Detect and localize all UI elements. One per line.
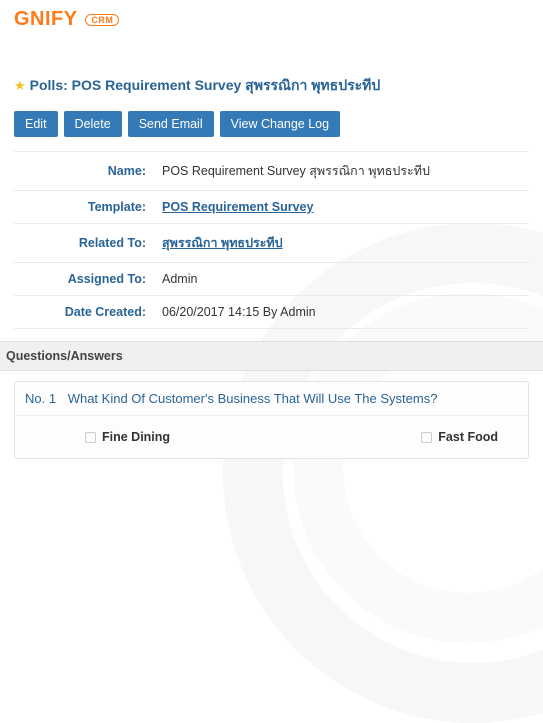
label-template: Template: — [14, 191, 154, 224]
table-row: Related To: สุพรรณิกา พุทธประทีป — [14, 224, 529, 263]
value-date-created: 06/20/2017 14:15 By Admin — [154, 296, 529, 329]
send-email-button[interactable]: Send Email — [128, 111, 214, 137]
related-to-link[interactable]: สุพรรณิกา พุทธประทีป — [162, 236, 283, 250]
answer-label: Fine Dining — [102, 430, 170, 444]
template-link[interactable]: POS Requirement Survey — [162, 200, 313, 214]
detail-table: Name: POS Requirement Survey สุพรรณิกา พ… — [14, 151, 529, 329]
view-change-log-button[interactable]: View Change Log — [220, 111, 340, 137]
question-text: What Kind Of Customer's Business That Wi… — [68, 391, 438, 406]
label-related-to: Related To: — [14, 224, 154, 263]
value-name: POS Requirement Survey สุพรรณิกา พุทธประ… — [154, 152, 529, 191]
label-assigned-to: Assigned To: — [14, 263, 154, 296]
table-row: Name: POS Requirement Survey สุพรรณิกา พ… — [14, 152, 529, 191]
table-row: Date Created: 06/20/2017 14:15 By Admin — [14, 296, 529, 329]
star-icon: ★ — [14, 78, 26, 94]
logo-badge: CRM — [85, 14, 119, 26]
checkbox-icon — [85, 432, 96, 443]
question-header: No. 1 What Kind Of Customer's Business T… — [15, 382, 528, 416]
questions-answers-header: Questions/Answers — [0, 341, 543, 371]
page-title: Polls: POS Requirement Survey สุพรรณิกา … — [30, 75, 381, 97]
value-assigned-to: Admin — [154, 263, 529, 296]
action-toolbar: Edit Delete Send Email View Change Log — [14, 111, 529, 137]
answer-option-fast-food[interactable]: Fast Food — [421, 430, 498, 444]
question-number: No. 1 — [25, 391, 56, 406]
answer-option-fine-dining[interactable]: Fine Dining — [85, 430, 170, 444]
checkbox-icon — [421, 432, 432, 443]
label-name: Name: — [14, 152, 154, 191]
label-date-created: Date Created: — [14, 296, 154, 329]
table-row: Assigned To: Admin — [14, 263, 529, 296]
logo-text: GNIFY — [14, 8, 77, 30]
app-logo: GNIFY CRM — [14, 0, 529, 35]
table-row: Template: POS Requirement Survey — [14, 191, 529, 224]
edit-button[interactable]: Edit — [14, 111, 58, 137]
question-box: No. 1 What Kind Of Customer's Business T… — [14, 381, 529, 459]
delete-button[interactable]: Delete — [64, 111, 122, 137]
answer-label: Fast Food — [438, 430, 498, 444]
